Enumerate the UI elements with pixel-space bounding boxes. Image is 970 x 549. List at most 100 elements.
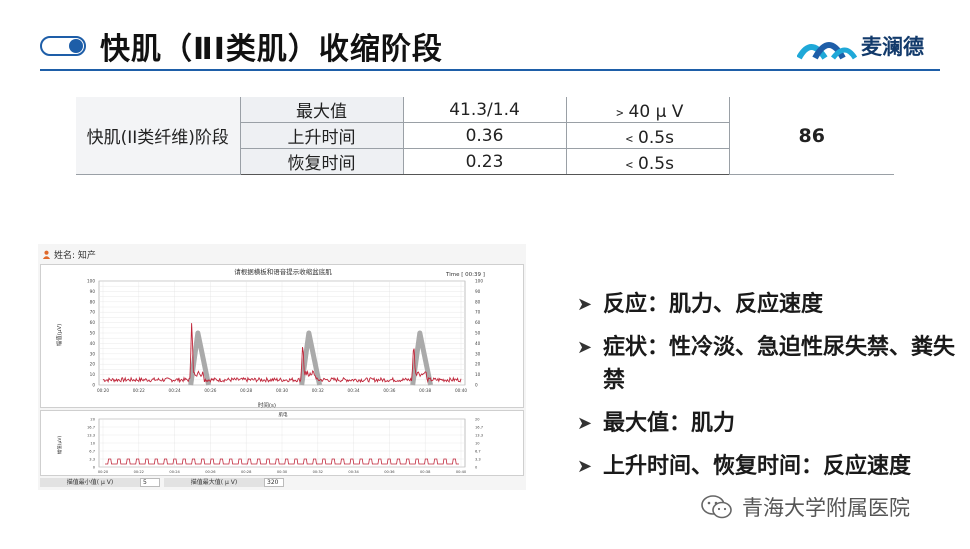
sub-y-tick-label-right: 16.7 (475, 426, 483, 430)
y-tick-label-right: 80 (475, 299, 481, 304)
sub-y-tick-label: 10 (90, 442, 95, 446)
sub-x-tick-label: 00:32 (313, 470, 323, 474)
row-label: 上升时间 (239, 122, 404, 149)
sub-y-tick-label-right: 10 (475, 442, 480, 446)
y-tick-label: 70 (90, 310, 96, 315)
list-item: ➤ 上升时间、恢复时间：反应速度 (577, 450, 957, 483)
y-tick-label-right: 40 (475, 341, 481, 346)
stage-cell: 快肌(ⅠI类纤维)阶段 (76, 97, 241, 175)
emg-sub-chart: 肌电 幅值(μV) 20 20 16.7 16.7 13.3 13.3 10 10 6.7 6.7… (40, 410, 524, 476)
x-tick-label: 00:36 (383, 388, 395, 393)
sub-y-tick-label-right: 6.7 (475, 450, 481, 454)
sub-x-tick-label: 00:36 (384, 470, 395, 474)
user-info: 姓名: 知产 (42, 248, 96, 261)
header-divider (40, 69, 940, 71)
sub-x-tick-label: 00:26 (205, 470, 216, 474)
table-row: 快肌(ⅠI类纤维)阶段 最大值 41.3/1.4 ﹥40 μ V 86 (76, 97, 894, 175)
x-tick-label: 00:30 (276, 388, 288, 393)
y-tick-label-right: 0 (475, 383, 478, 388)
row-norm: ﹤0.5s (565, 122, 730, 149)
row-label: 恢复时间 (239, 148, 404, 175)
x-axis-label: 时间(s) (258, 401, 276, 409)
wechat-icon (701, 495, 732, 519)
y-axis-label: 幅值(μV) (55, 324, 63, 347)
min-value-label: 描值最小值( μ V) (40, 478, 140, 487)
bullet-list: ➤ 反应：肌力、反应速度 ➤ 症状：性冷淡、急迫性尿失禁、粪失禁 ➤ 最大值：肌力 ➤… (577, 288, 957, 493)
y-tick-label-right: 50 (475, 331, 481, 336)
parameter-table: 快肌(ⅠI类纤维)阶段 最大值 41.3/1.4 ﹥40 μ V 86 上升时间… (76, 97, 894, 175)
emg-sub-chart-svg: 肌电 幅值(μV) 20 20 16.7 16.7 13.3 13.3 10 10 6.7 6.7… (56, 411, 483, 474)
person-icon (42, 250, 51, 259)
sub-x-tick-label: 00:34 (348, 470, 359, 474)
chart-time-label: Time [ 00:39 ] (445, 272, 485, 278)
page-title: 快肌（ⅡI类肌）收缩阶段 (100, 32, 443, 67)
sub-chart-title: 肌电 (279, 411, 288, 418)
min-value-input[interactable]: 5 (140, 478, 160, 487)
brand-logo: 麦澜德 (797, 30, 924, 62)
row-norm: ﹥40 μ V (565, 97, 730, 123)
slide: 快肌（ⅡI类肌）收缩阶段 麦澜德 快肌(ⅠI类纤维)阶段 最大值 41.3/1.… (0, 0, 970, 549)
y-tick-label: 60 (90, 320, 96, 325)
y-tick-label-right: 70 (475, 310, 481, 315)
y-tick-label: 90 (90, 289, 96, 294)
y-tick-label-right: 60 (475, 320, 481, 325)
sub-y-tick-label-right: 20 (475, 418, 480, 422)
sub-y-tick-label: 16.7 (87, 426, 95, 430)
row-value: 41.3/1.4 (402, 97, 567, 123)
chart-title: 请根据横板和语音提示收缩盆底肌 (234, 267, 332, 276)
list-item: ➤ 最大值：肌力 (577, 407, 957, 440)
y-tick-label-right: 100 (475, 279, 483, 284)
device-screenshot: 姓名: 知产 请根据横板和语音提示收缩盆底肌 Time [ 00:39 ] 幅值… (38, 244, 526, 490)
y-tick-label: 30 (90, 351, 96, 356)
x-tick-label: 00:28 (240, 388, 252, 393)
x-tick-label: 00:34 (348, 388, 360, 393)
sub-x-tick-label: 00:20 (98, 470, 109, 474)
y-tick-label: 80 (90, 299, 96, 304)
sub-y-tick-label: 3.3 (89, 458, 95, 462)
sub-x-tick-label: 00:28 (241, 470, 252, 474)
y-tick-label-right: 90 (475, 289, 481, 294)
arrow-icon: ➤ (577, 294, 593, 315)
y-tick-label-right: 10 (475, 372, 481, 377)
arrow-icon: ➤ (577, 413, 593, 434)
sub-x-tick-label: 00:24 (169, 470, 180, 474)
sub-x-tick-label: 00:38 (420, 470, 431, 474)
arrow-icon: ➤ (577, 456, 593, 477)
x-tick-label: 00:32 (312, 388, 324, 393)
y-tick-label-right: 30 (475, 351, 481, 356)
y-tick-label: 100 (87, 279, 95, 284)
x-tick-label: 00:40 (455, 388, 467, 393)
x-tick-label: 00:26 (204, 388, 216, 393)
emg-chart-svg: 请根据横板和语音提示收缩盆底肌 Time [ 00:39 ] 幅值(μV) 时间… (55, 267, 485, 409)
y-tick-label: 40 (90, 341, 96, 346)
sub-y-tick-label: 0 (93, 466, 96, 470)
x-tick-label: 00:20 (97, 388, 109, 393)
range-inputs: 描值最小值( μ V) 5 描值最大值( μ V) 320 (40, 477, 524, 488)
brand-name: 麦澜德 (861, 35, 924, 59)
list-item: ➤ 症状：性冷淡、急迫性尿失禁、粪失禁 (577, 331, 957, 397)
toggle-icon (40, 36, 86, 56)
x-tick-label: 00:22 (133, 388, 145, 393)
y-tick-label: 10 (90, 372, 96, 377)
sub-x-tick-label: 00:30 (277, 470, 288, 474)
emg-chart: 请根据横板和语音提示收缩盆底肌 Time [ 00:39 ] 幅值(μV) 时间… (40, 264, 524, 409)
sub-y-tick-label: 13.3 (87, 434, 95, 438)
sub-y-tick-label: 20 (90, 418, 95, 422)
sub-x-tick-label: 00:40 (456, 470, 467, 474)
logo-waves-icon (797, 42, 857, 60)
sub-y-axis-label: 幅值(μV) (56, 436, 63, 455)
row-norm: ﹤0.5s (565, 148, 730, 175)
sub-y-tick-label: 6.7 (89, 450, 95, 454)
y-tick-label: 50 (90, 331, 96, 336)
max-value-label: 描值最大值( μ V) (164, 478, 264, 487)
y-tick-label: 0 (92, 383, 95, 388)
row-value: 0.36 (402, 122, 567, 149)
watermark-text: 青海大学附属医院 (742, 496, 910, 520)
sub-y-tick-label-right: 0 (475, 466, 478, 470)
arrow-icon: ➤ (577, 337, 593, 358)
max-value-input[interactable]: 320 (264, 478, 284, 487)
y-tick-label-right: 20 (475, 362, 481, 367)
sub-y-tick-label-right: 13.3 (475, 434, 483, 438)
score-cell: 86 (728, 97, 894, 175)
row-label: 最大值 (239, 97, 404, 123)
